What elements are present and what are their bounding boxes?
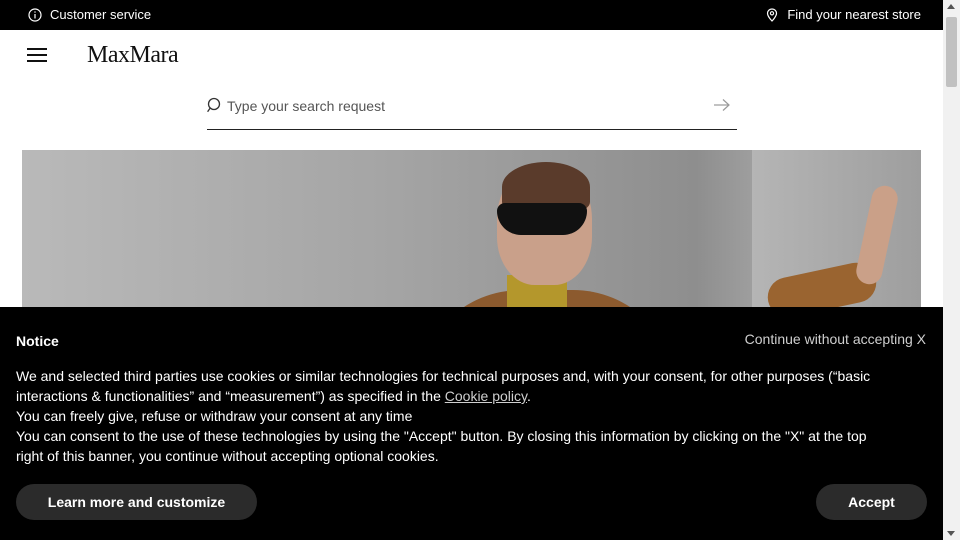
location-pin-icon — [767, 7, 778, 22]
cookie-policy-link[interactable]: Cookie policy — [445, 388, 527, 404]
accept-button[interactable]: Accept — [816, 484, 927, 520]
top-utility-bar: Customer service Find your nearest store — [0, 0, 943, 30]
find-store-link[interactable]: Find your nearest store — [765, 7, 921, 22]
scrollbar-thumb[interactable] — [946, 17, 957, 87]
continue-without-accepting-button[interactable]: Continue without accepting X — [745, 331, 926, 347]
learn-more-customize-button[interactable]: Learn more and customize — [16, 484, 257, 520]
cookie-notice-title: Notice — [16, 333, 59, 349]
cookie-notice-text: We and selected third parties use cookie… — [16, 368, 871, 464]
customer-service-label: Customer service — [50, 7, 152, 22]
cookie-consent-banner: Notice Continue without accepting X We a… — [0, 307, 943, 540]
scroll-down-arrow-icon[interactable] — [947, 531, 955, 536]
scroll-up-arrow-icon[interactable] — [947, 4, 955, 9]
page-scrollbar[interactable] — [943, 0, 960, 540]
search-input[interactable] — [227, 94, 707, 118]
brand-logo[interactable]: MaxMara — [87, 42, 179, 69]
customer-service-link[interactable]: Customer service — [28, 7, 151, 22]
arrow-right-icon[interactable] — [713, 98, 731, 112]
hamburger-menu-icon[interactable] — [27, 48, 47, 64]
site-header: MaxMara — [0, 30, 943, 86]
search-icon[interactable] — [207, 97, 223, 113]
search-bar — [207, 92, 737, 130]
find-store-label: Find your nearest store — [787, 7, 921, 22]
info-icon — [28, 7, 42, 22]
